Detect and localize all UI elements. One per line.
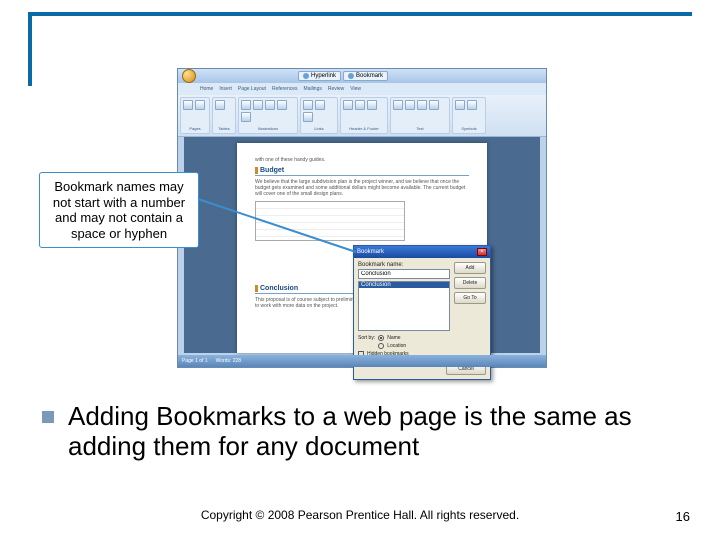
picture-icon xyxy=(241,100,251,110)
statusbar: Page 1 of 1 Words: 228 xyxy=(178,355,546,367)
heading-budget-text: Budget xyxy=(260,167,284,174)
ribbon-group-links: Links xyxy=(300,97,338,134)
tab-view: View xyxy=(350,86,361,92)
dropcap-icon xyxy=(429,100,439,110)
ribbon-label-links: Links xyxy=(303,126,335,131)
pagenumber-icon xyxy=(367,100,377,110)
bookmark-name-input[interactable] xyxy=(358,269,450,279)
radio-name[interactable] xyxy=(378,335,384,341)
cover-page-icon xyxy=(183,100,193,110)
flag-icon xyxy=(348,73,354,79)
slide-left-border xyxy=(28,12,32,86)
tab-references: References xyxy=(272,86,298,92)
status-words: Words: 228 xyxy=(216,358,241,364)
chart-icon xyxy=(241,112,251,122)
bullet-text: Adding Bookmarks to a web page is the sa… xyxy=(68,401,680,462)
ribbon-group-text: Text xyxy=(390,97,450,134)
tab-home: Home xyxy=(200,86,213,92)
doc-intro: with one of these handy guides. xyxy=(255,157,469,163)
word-titlebar: Hyperlink Bookmark xyxy=(178,69,546,83)
ribbon-label-text: Text xyxy=(393,126,447,131)
sort-name-label: Name xyxy=(387,335,400,341)
heading-marker-icon xyxy=(255,167,258,174)
callout-box: Bookmark names may not start with a numb… xyxy=(39,172,199,248)
dialog-side-buttons: Add Delete Go To xyxy=(454,262,486,304)
table-icon xyxy=(215,100,225,110)
shapes-icon xyxy=(265,100,275,110)
slide-top-border xyxy=(28,12,692,16)
bookmark-label: Bookmark xyxy=(356,73,383,79)
ribbon-label-headerfooter: Header & Footer xyxy=(343,126,385,131)
tab-mailings: Mailings xyxy=(304,86,322,92)
sort-location-label: Location xyxy=(387,343,406,349)
dialog-title: Bookmark xyxy=(357,249,384,255)
crossref-icon xyxy=(303,112,313,122)
heading-marker-icon xyxy=(255,285,258,292)
ribbon-label-pages: Pages xyxy=(183,126,207,131)
globe-icon xyxy=(303,73,309,79)
sort-label: Sort by: xyxy=(358,335,375,341)
bookmark-icon xyxy=(315,100,325,110)
add-button[interactable]: Add xyxy=(454,262,486,274)
smartart-icon xyxy=(277,100,287,110)
ribbon-group-headerfooter: Header & Footer xyxy=(340,97,388,134)
wordart-icon xyxy=(417,100,427,110)
footer-icon xyxy=(355,100,365,110)
sort-location-row: Sort by: Location xyxy=(358,343,486,349)
tab-review: Review xyxy=(328,86,344,92)
ribbon-label-tables: Tables xyxy=(215,126,233,131)
radio-location[interactable] xyxy=(378,343,384,349)
ribbon-label-symbols: Symbols xyxy=(455,126,483,131)
bookmark-chip: Bookmark xyxy=(343,71,388,81)
titlebar-contextual-tools: Hyperlink Bookmark xyxy=(298,71,388,81)
blank-page-icon xyxy=(195,100,205,110)
hyperlink-label: Hyperlink xyxy=(311,73,336,79)
header-icon xyxy=(343,100,353,110)
equation-icon xyxy=(455,100,465,110)
ribbon-group-symbols: Symbols xyxy=(452,97,486,134)
ribbon: Pages Tables Illustrations Links Header … xyxy=(178,95,546,137)
document-page: with one of these handy guides. Budget W… xyxy=(237,143,487,353)
tab-insert: Insert xyxy=(219,86,232,92)
symbol-icon xyxy=(467,100,477,110)
sort-row: Sort by: Name xyxy=(358,335,486,341)
quickparts-icon xyxy=(405,100,415,110)
clipart-icon xyxy=(253,100,263,110)
callout-text: Bookmark names may not start with a numb… xyxy=(53,179,185,241)
doc-table xyxy=(255,201,405,241)
heading-budget: Budget xyxy=(255,167,469,176)
bullet-icon xyxy=(42,411,54,423)
heading-conclusion-text: Conclusion xyxy=(260,285,298,292)
textbox-icon xyxy=(393,100,403,110)
ribbon-group-pages: Pages xyxy=(180,97,210,134)
status-page: Page 1 of 1 xyxy=(182,358,208,364)
goto-button[interactable]: Go To xyxy=(454,292,486,304)
document-area: with one of these handy guides. Budget W… xyxy=(184,137,540,353)
hyperlink-chip: Hyperlink xyxy=(298,71,341,81)
page-number: 16 xyxy=(676,509,690,524)
dialog-titlebar: Bookmark × xyxy=(354,246,490,258)
ribbon-group-illustrations: Illustrations xyxy=(238,97,298,134)
ribbon-tabs: Home Insert Page Layout References Maili… xyxy=(178,83,546,95)
delete-button[interactable]: Delete xyxy=(454,277,486,289)
tab-page-layout: Page Layout xyxy=(238,86,266,92)
hyperlink-icon xyxy=(303,100,313,110)
bookmark-list[interactable]: Conclusion xyxy=(358,281,450,331)
doc-para1: We believe that the large subdivision pl… xyxy=(255,179,469,197)
dialog-close-icon[interactable]: × xyxy=(477,248,487,256)
ribbon-group-tables: Tables xyxy=(212,97,236,134)
footer-copyright: Copyright © 2008 Pearson Prentice Hall. … xyxy=(0,508,720,522)
bookmark-list-item[interactable]: Conclusion xyxy=(359,282,449,288)
ribbon-label-illustrations: Illustrations xyxy=(241,126,295,131)
office-button-icon xyxy=(182,69,196,83)
word-window: Hyperlink Bookmark Home Insert Page Layo… xyxy=(177,68,547,368)
bullet-row: Adding Bookmarks to a web page is the sa… xyxy=(42,401,680,462)
